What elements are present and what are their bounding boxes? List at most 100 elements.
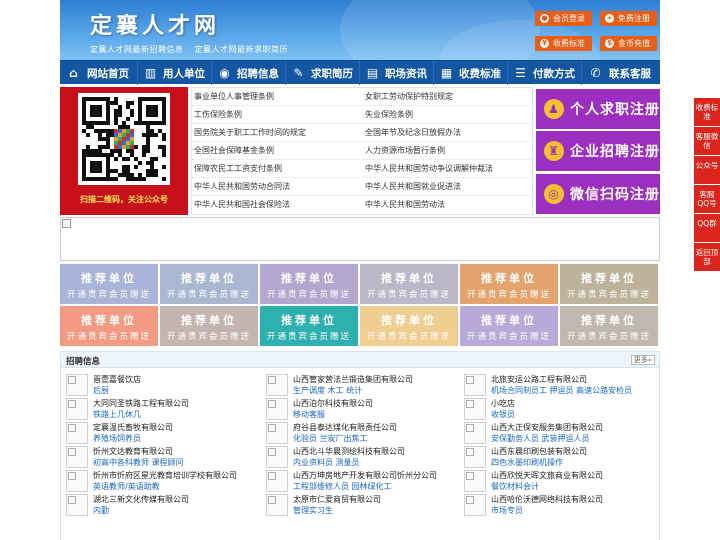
job-titles-link[interactable]: 移动客服 [293, 409, 325, 420]
company-name-link[interactable]: 湖北三新文化传媒有限公司 [93, 494, 189, 505]
company-name-link[interactable]: 忻州文达教育有限公司 [93, 446, 173, 457]
pricing-button[interactable]: ¥ 收费标准 [535, 36, 592, 51]
company-logo-thumbnail[interactable] [266, 422, 288, 444]
job-titles-link[interactable]: 后厨 [93, 385, 109, 396]
more-button[interactable]: 更多» [630, 355, 655, 365]
job-titles-link[interactable]: 养殖场饲养员 [93, 433, 141, 444]
company-name-link[interactable]: 忻州市忻府区星光教育培训学校有限公司 [93, 470, 237, 481]
company-logo-thumbnail[interactable] [266, 494, 288, 516]
side-float-item[interactable]: 收费标准 [694, 98, 720, 126]
site-logo-title[interactable]: 定襄人才网 [90, 8, 220, 40]
company-logo-thumbnail[interactable] [266, 470, 288, 492]
company-name-link[interactable]: 小吃店 [491, 398, 515, 409]
company-logo-thumbnail[interactable] [266, 374, 288, 396]
member-login-button[interactable]: ● 会员登录 [535, 11, 592, 26]
company-logo-thumbnail[interactable] [66, 398, 88, 420]
side-float-item[interactable]: 公众号 [694, 156, 720, 184]
recommended-employer-slot[interactable]: 推荐单位 开通贵宾会员赠送 [360, 264, 458, 304]
nav-news[interactable]: ▤ 职场资讯 [360, 61, 434, 85]
policy-link[interactable]: 失业保险条例 [365, 109, 413, 120]
company-logo-thumbnail[interactable] [464, 374, 486, 396]
job-titles-link[interactable]: 内业资料员 测量员 [293, 457, 360, 468]
policy-link[interactable]: 全国年节及纪念日放假办法 [365, 127, 461, 138]
company-name-link[interactable]: 山西欣悦天晖文旅商业有限公司 [491, 470, 603, 481]
recommended-employer-slot[interactable]: 推荐单位 开通贵宾会员赠送 [460, 306, 558, 346]
latest-jobs-link[interactable]: 定襄人才网最新招聘信息 [90, 45, 184, 54]
company-logo-thumbnail[interactable] [66, 374, 88, 396]
job-titles-link[interactable]: 铁路上几休几 [93, 409, 141, 420]
company-name-link[interactable]: 山西泊尔科技有限公司 [293, 398, 373, 409]
nav-payment[interactable]: ☰ 付款方式 [508, 61, 582, 85]
recommended-employer-slot[interactable]: 推荐单位 开通贵宾会员赠送 [160, 264, 258, 304]
company-logo-thumbnail[interactable] [464, 470, 486, 492]
latest-resumes-link[interactable]: 定襄人才网最新求职简历 [195, 45, 289, 54]
job-titles-link[interactable]: 初高中各科教师 课程顾问 [93, 457, 184, 468]
recommended-employer-slot[interactable]: 推荐单位 开通贵宾会员赠送 [560, 264, 658, 304]
job-titles-link[interactable]: 四色水墨印刷机操作 [491, 457, 563, 468]
policy-link[interactable]: 人力资源市场暂行条例 [365, 145, 445, 156]
side-float-item[interactable]: QQ群 [694, 214, 720, 242]
side-float-item[interactable]: 客服微信 [694, 127, 720, 155]
recommended-employer-slot[interactable]: 推荐单位 开通贵宾会员赠送 [160, 306, 258, 346]
company-name-link[interactable]: 定襄温氏畜牧有限公司 [93, 422, 173, 433]
company-register-button[interactable]: ♜ 企业招聘注册 [536, 131, 660, 171]
recommended-employer-slot[interactable]: 推荐单位 开通贵宾会员赠送 [60, 306, 158, 346]
policy-link[interactable]: 国务院关于职工工作时间的规定 [194, 127, 306, 138]
recommended-employer-slot[interactable]: 推荐单位 开通贵宾会员赠送 [260, 264, 358, 304]
company-name-link[interactable]: 晋壹嘉餐饮店 [93, 374, 141, 385]
policy-link[interactable]: 中华人民共和国劳动合同法 [194, 181, 290, 192]
company-logo-thumbnail[interactable] [66, 470, 88, 492]
policy-link[interactable]: 中华人民共和国劳动法 [365, 199, 445, 210]
company-name-link[interactable]: 山西北斗华晨测绘科技有限公司 [293, 446, 405, 457]
company-name-link[interactable]: 山西万坤房地产开发有限公司忻州分公司 [293, 470, 437, 481]
company-name-link[interactable]: 府谷县泰达煤化有限责任公司 [293, 422, 397, 433]
company-name-link[interactable]: 山西哈伦沃德网络科技有限公司 [491, 494, 603, 505]
company-logo-thumbnail[interactable] [464, 494, 486, 516]
company-name-link[interactable]: 北旅安运公路工程有限公司 [491, 374, 587, 385]
company-name-link[interactable]: 大同同圣铁路工程有限公司 [93, 398, 189, 409]
policy-link[interactable]: 女职工劳动保护特别规定 [365, 91, 453, 102]
job-titles-link[interactable]: 生产调度 木工 统计 [293, 385, 362, 396]
policy-link[interactable]: 中华人民共和国就业促进法 [365, 181, 461, 192]
company-name-link[interactable]: 山西大正保安服务集团有限公司 [491, 422, 603, 433]
nav-resumes[interactable]: ✎ 求职简历 [286, 61, 360, 85]
company-logo-thumbnail[interactable] [266, 446, 288, 468]
job-titles-link[interactable]: 市场专员 [491, 505, 523, 516]
company-logo-thumbnail[interactable] [266, 398, 288, 420]
job-titles-link[interactable]: 英语教师/英语助教 [93, 481, 160, 492]
company-logo-thumbnail[interactable] [66, 422, 88, 444]
job-titles-link[interactable]: 内勤 [93, 505, 109, 516]
job-titles-link[interactable]: 工程部维修人员 园林绿化工 [293, 481, 392, 492]
company-logo-thumbnail[interactable] [464, 422, 486, 444]
job-titles-link[interactable]: 安保勤务人员 武装押运人员 [491, 433, 590, 444]
recommended-employer-slot[interactable]: 推荐单位 开通贵宾会员赠送 [60, 264, 158, 304]
job-titles-link[interactable]: 餐饮材料会计 [491, 481, 539, 492]
nav-jobs[interactable]: ◉ 招聘信息 [212, 61, 286, 85]
company-name-link[interactable]: 山西东晨印刷包装有限公司 [491, 446, 587, 457]
nav-home[interactable]: ⌂ 网站首页 [60, 61, 138, 85]
company-logo-thumbnail[interactable] [66, 446, 88, 468]
recommended-employer-slot[interactable]: 推荐单位 开通贵宾会员赠送 [560, 306, 658, 346]
side-float-item[interactable]: 返回顶部 [694, 243, 720, 271]
recommended-employer-slot[interactable]: 推荐单位 开通贵宾会员赠送 [260, 306, 358, 346]
nav-fees[interactable]: ▦ 收费标准 [434, 61, 508, 85]
nav-employers[interactable]: ▥ 用人单位 [138, 61, 212, 85]
ad-banner-placeholder[interactable] [60, 217, 660, 261]
policy-link[interactable]: 中华人民共和国劳动争议调解仲裁法 [365, 163, 493, 174]
side-float-item[interactable]: 客服QQ号 [694, 185, 720, 213]
company-logo-thumbnail[interactable] [464, 446, 486, 468]
free-register-button[interactable]: + 免费注册 [600, 11, 657, 26]
job-titles-link[interactable]: 机场合同制员工 押运员 高速公路安检员 [491, 385, 632, 396]
policy-link[interactable]: 事业单位人事管理条例 [194, 91, 274, 102]
nav-contact[interactable]: ✆ 联系客服 [582, 61, 660, 85]
job-titles-link[interactable]: 化验员 兰炭厂出焦工 [293, 433, 368, 444]
job-titles-link[interactable]: 收银员 [491, 409, 515, 420]
company-logo-thumbnail[interactable] [66, 494, 88, 516]
job-titles-link[interactable]: 管理实习生 [293, 505, 333, 516]
wechat-register-button[interactable]: ◎ 微信扫码注册 [536, 174, 660, 214]
company-logo-thumbnail[interactable] [464, 398, 486, 420]
coin-recharge-button[interactable]: $ 金币充值 [600, 36, 657, 51]
company-name-link[interactable]: 山西管家营法兰锻造集团有限公司 [293, 374, 413, 385]
policy-link[interactable]: 工伤保险条例 [194, 109, 242, 120]
recommended-employer-slot[interactable]: 推荐单位 开通贵宾会员赠送 [460, 264, 558, 304]
